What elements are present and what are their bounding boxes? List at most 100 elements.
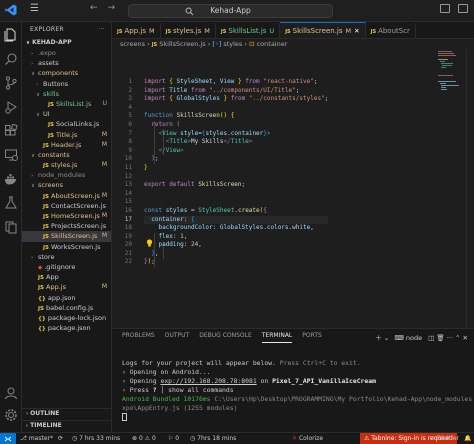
tree-file[interactable]: JS AboutScreen.js M	[22, 191, 111, 201]
breadcrumb-item[interactable]: SkillsScreen.js	[159, 40, 205, 48]
tree-item-label: package.json	[47, 324, 91, 333]
minimap[interactable]	[438, 50, 462, 110]
editor-scrollbar[interactable]	[466, 50, 472, 328]
code-lines[interactable]: import { StyleSheet, View } from "react-…	[144, 78, 329, 267]
remote-explorer-icon[interactable]	[4, 148, 18, 162]
tree-folder[interactable]: › Buttons	[22, 79, 111, 89]
editor-tab[interactable]: JS App.js M	[112, 23, 161, 38]
tree-file[interactable]: JS Header.js M	[22, 140, 111, 150]
editor-tab[interactable]: JS AboutScr	[366, 23, 416, 38]
tree-file[interactable]: JS ProjectsScreen.js	[22, 221, 111, 231]
tree-folder[interactable]: › assets	[22, 58, 111, 68]
tab-git-badge: M	[345, 27, 352, 35]
panel-tab[interactable]: PORTS	[302, 329, 322, 343]
editor-tab[interactable]: JS SkillsScreen.js M ✕	[280, 22, 366, 38]
tree-file[interactable]: JS Title.js M	[22, 130, 111, 140]
search-icon[interactable]	[4, 52, 18, 66]
remote-indicator[interactable]	[0, 433, 16, 444]
tree-file[interactable]: JS WorksScreen.js	[22, 242, 111, 252]
tree-file[interactable]: ◆ .gitignore	[22, 262, 111, 272]
tree-folder[interactable]: ∨ screens	[22, 180, 111, 190]
run-debug-icon[interactable]	[4, 100, 18, 114]
more-actions-icon[interactable]: ···	[98, 22, 105, 38]
breadcrumb-item[interactable]: styles	[223, 40, 242, 48]
sync-icon[interactable]: ⟳	[58, 433, 63, 444]
tree-file[interactable]: {} package-lock.json	[22, 313, 111, 323]
docker-icon[interactable]	[4, 172, 18, 186]
panel-tab[interactable]: TERMINAL	[261, 330, 293, 343]
tree-file[interactable]: JS ContactScreen.js	[22, 201, 111, 211]
colorize-toggle[interactable]: ✕ Colorize	[292, 433, 323, 444]
panel-tab[interactable]: OUTPUT	[165, 329, 189, 343]
tree-folder[interactable]: ∨ components	[22, 68, 111, 78]
tree-folder[interactable]: › .expo	[22, 48, 111, 58]
tree-file[interactable]: JS SkillsScreen.js M	[22, 231, 111, 242]
back-arrow-icon[interactable]: ←	[90, 3, 98, 13]
toggle-primary-sidebar-icon[interactable]	[440, 4, 450, 13]
breadcrumb-item[interactable]: container	[257, 40, 288, 48]
pages-icon[interactable]	[4, 220, 18, 234]
code-editor[interactable]: 1 2 3 4 5 6 7 8 9 10 11 12 13 14 15 16 17 18 19 20 21 22 impo…	[112, 50, 474, 328]
tree-file[interactable]: {} app.json	[22, 293, 111, 303]
trash-icon[interactable]: 🗑	[436, 334, 444, 342]
panel-tab[interactable]: PROBLEMS	[122, 329, 155, 343]
tree-folder[interactable]: › node_modules	[22, 170, 111, 180]
hamburger-menu-icon[interactable]: ☰	[30, 3, 39, 14]
tree-file[interactable]: JS styles.js M	[22, 160, 111, 170]
outline-section[interactable]: › OUTLINE	[22, 408, 111, 418]
tree-file[interactable]: {} package.json	[22, 323, 111, 333]
code-token: }	[144, 163, 148, 171]
terminal-output[interactable]: Logs for your project will appear below.…	[122, 359, 472, 422]
new-terminal-plus-icon[interactable]: ＋	[375, 334, 382, 342]
tree-file[interactable]: JS babel.config.js	[22, 303, 111, 313]
account-icon[interactable]	[4, 386, 18, 400]
tree-folder[interactable]: ∨ skills	[22, 89, 111, 99]
workspace-root[interactable]: ∨ KEHAD-APP	[22, 38, 111, 48]
code-token: "../constants/styles"	[248, 95, 325, 103]
tree-item-label: Header.js	[51, 140, 82, 149]
code-line: },	[144, 250, 328, 259]
tree-file[interactable]: JS SkillsList.js U	[22, 99, 111, 109]
toggle-panel-icon[interactable]	[458, 4, 468, 13]
session-timer[interactable]: ◷ 7 hrs 33 mins	[72, 433, 120, 444]
coding-timer[interactable]: ◷ 7hrs 18 mins	[190, 433, 236, 444]
notifications-bell-icon[interactable]: 🔔	[464, 433, 471, 444]
git-branch[interactable]: ⎇ master*	[20, 433, 53, 444]
manage-gear-icon[interactable]	[4, 408, 18, 422]
ports-indicator[interactable]: ⚐ 0	[168, 433, 179, 444]
more-actions-icon[interactable]: ···	[447, 334, 453, 342]
maximize-panel-icon[interactable]: ⌃	[455, 334, 460, 342]
explorer-title: EXPLORER	[30, 26, 64, 33]
timeline-label: TIMELINE	[30, 422, 62, 429]
tree-folder[interactable]: › store	[22, 252, 111, 262]
chevron-down-icon[interactable]: ⌄	[384, 334, 389, 342]
terminal-name[interactable]: node	[406, 334, 422, 342]
tree-folder[interactable]: ∨ UI	[22, 109, 111, 119]
prettier-status[interactable]: ✓ Prettier	[430, 433, 459, 444]
terminal-link[interactable]: exp://192.168.208.78:8081	[160, 377, 256, 385]
lightbulb-icon[interactable]	[146, 239, 153, 249]
command-center-search[interactable]: Kehad-App	[128, 4, 333, 18]
line-number: 11	[124, 163, 132, 171]
tree-folder[interactable]: ∨ constants	[22, 150, 111, 160]
editor-tab[interactable]: JS SkillsList.js U	[216, 23, 281, 38]
tree-file[interactable]: JS HomeScreen.js M	[22, 211, 111, 221]
problems-indicator[interactable]: ⊗ 0 ⚠ 0	[132, 433, 156, 444]
source-control-icon[interactable]	[4, 76, 18, 90]
tree-file[interactable]: JS App	[22, 272, 111, 282]
panel-tab[interactable]: DEBUG CONSOLE	[199, 329, 252, 343]
code-line: </View>	[144, 147, 328, 156]
tree-file[interactable]: JS SocialLinks.js	[22, 119, 111, 129]
breadcrumb-item[interactable]: screens	[120, 40, 145, 48]
editor-tab[interactable]: JS styles.js M	[161, 23, 216, 38]
forward-arrow-icon[interactable]: →	[108, 3, 116, 13]
split-terminal-icon[interactable]: ◫	[428, 334, 434, 342]
testing-flask-icon[interactable]	[4, 196, 18, 210]
close-icon[interactable]: ✕	[463, 334, 468, 342]
tree-file[interactable]: JS App.js M	[22, 282, 111, 292]
git-status-badge: M	[101, 283, 107, 291]
close-icon[interactable]: ✕	[354, 27, 359, 35]
extensions-icon[interactable]	[4, 124, 18, 138]
explorer-files-icon[interactable]	[4, 28, 18, 42]
timeline-section[interactable]: › TIMELINE	[22, 420, 111, 430]
